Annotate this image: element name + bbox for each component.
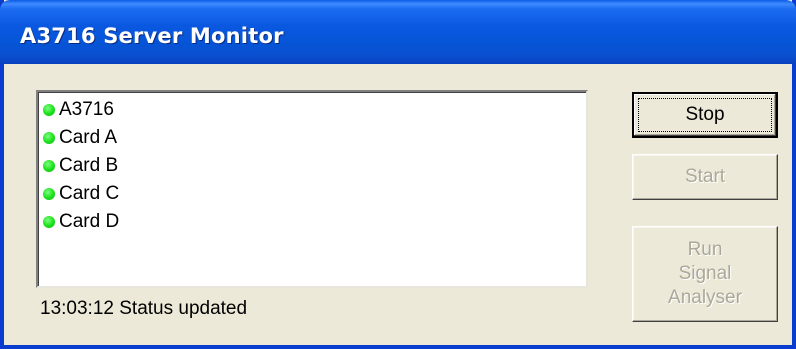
- list-item-label: Card D: [59, 211, 120, 232]
- list-item-label: Card C: [59, 183, 120, 204]
- stop-button-label: Stop: [685, 104, 725, 125]
- status-ok-icon: [43, 132, 55, 144]
- run-signal-analyser-label-line-2: Signal: [678, 263, 732, 284]
- app-window: A3716 Server Monitor A3716 Card A Card B…: [0, 0, 796, 349]
- status-text: 13:03:12 Status updated: [40, 298, 248, 319]
- status-ok-icon: [43, 104, 55, 116]
- list-item[interactable]: Card A: [38, 124, 586, 152]
- list-item-label: Card B: [59, 155, 119, 176]
- list-item-label: Card A: [59, 127, 118, 148]
- status-ok-icon: [43, 216, 55, 228]
- run-signal-analyser-label-line-3: Analyser: [668, 287, 742, 308]
- status-ok-icon: [43, 188, 55, 200]
- list-item[interactable]: Card C: [38, 180, 586, 208]
- list-item-label: A3716: [59, 99, 114, 120]
- server-list[interactable]: A3716 Card A Card B Card C Card D: [36, 90, 588, 288]
- title-bar[interactable]: A3716 Server Monitor: [0, 0, 796, 64]
- stop-button[interactable]: Stop: [632, 92, 778, 138]
- run-signal-analyser-label-line-1: Run: [687, 239, 723, 260]
- start-button[interactable]: Start: [632, 154, 778, 200]
- status-ok-icon: [43, 160, 55, 172]
- list-item[interactable]: Card B: [38, 152, 586, 180]
- window-title: A3716 Server Monitor: [20, 24, 284, 48]
- start-button-label: Start: [684, 166, 726, 187]
- run-signal-analyser-button[interactable]: Run Signal Analyser: [632, 226, 778, 322]
- list-item[interactable]: A3716: [38, 96, 586, 124]
- client-area: A3716 Card A Card B Card C Card D 13:03:…: [4, 64, 792, 345]
- list-item[interactable]: Card D: [38, 208, 586, 236]
